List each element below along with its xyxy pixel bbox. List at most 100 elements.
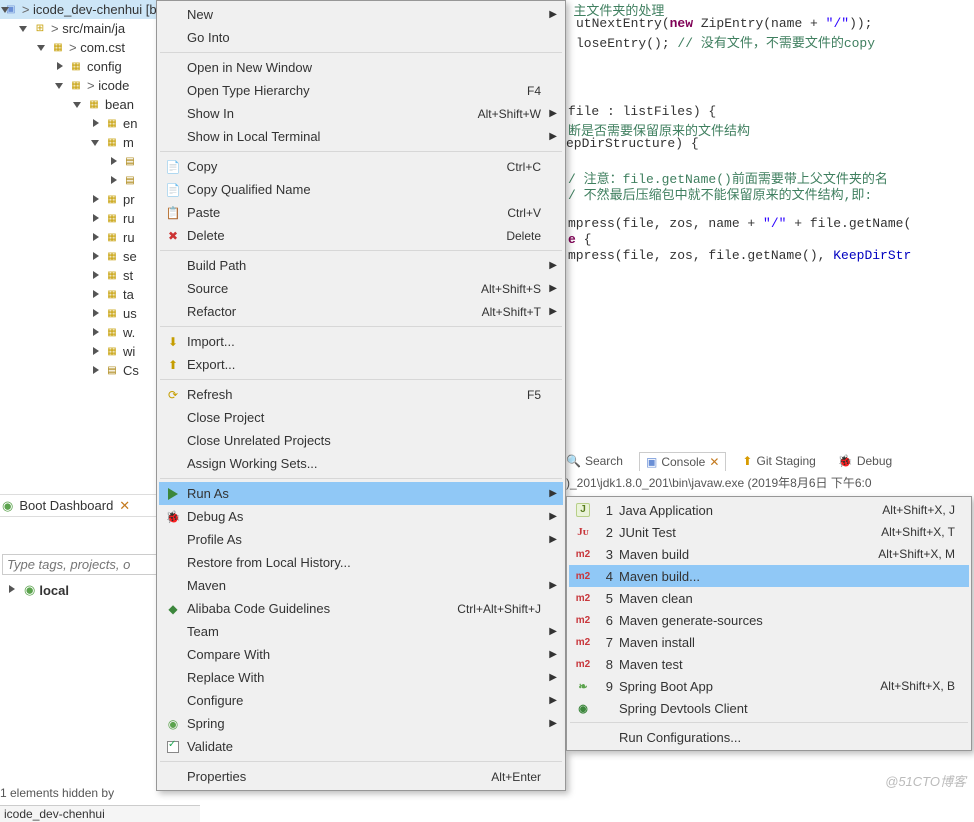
menu-run-as[interactable]: Run As▶ xyxy=(159,482,563,505)
twisty-icon[interactable] xyxy=(54,80,66,92)
console-header-line: )_201\jdk1.8.0_201\bin\javaw.exe (2019年8… xyxy=(566,474,872,491)
menu-copy[interactable]: 📄CopyCtrl+C xyxy=(159,155,563,178)
twisty-icon[interactable] xyxy=(0,4,1,16)
twisty-icon[interactable] xyxy=(6,584,18,596)
menu-restore-local-history[interactable]: Restore from Local History... xyxy=(159,551,563,574)
menu-separator xyxy=(160,250,562,251)
package-icon: ▦ xyxy=(104,325,120,341)
node-label: src/main/ja xyxy=(51,21,125,36)
refresh-icon: ⟳ xyxy=(159,388,187,402)
menu-compare-with[interactable]: Compare With▶ xyxy=(159,643,563,666)
menu-close-project[interactable]: Close Project xyxy=(159,406,563,429)
spring-leaf-icon: ◉ xyxy=(578,702,588,715)
package-icon: ▦ xyxy=(104,116,120,132)
menu-team[interactable]: Team▶ xyxy=(159,620,563,643)
submenu-shortcut: Alt+Shift+X, B xyxy=(880,679,955,693)
menu-open-new-window[interactable]: Open in New Window xyxy=(159,56,563,79)
twisty-icon[interactable] xyxy=(90,308,102,320)
menu-spring[interactable]: ◉Spring▶ xyxy=(159,712,563,735)
menu-label: Team xyxy=(187,624,541,639)
twisty-icon[interactable] xyxy=(54,61,66,73)
twisty-icon[interactable] xyxy=(90,137,102,149)
menu-assign-working-sets[interactable]: Assign Working Sets... xyxy=(159,452,563,475)
submenu-run-configurations[interactable]: Run Configurations... xyxy=(569,726,969,748)
submenu-java-application[interactable]: J 1 Java Application Alt+Shift+X, J xyxy=(569,499,969,521)
submenu-label: Maven build xyxy=(619,547,878,562)
submenu-maven-test[interactable]: m2 8 Maven test xyxy=(569,653,969,675)
menu-replace-with[interactable]: Replace With ▶ xyxy=(159,666,563,689)
menu-profile-as[interactable]: Profile As▶ xyxy=(159,528,563,551)
chevron-right-icon: ▶ xyxy=(549,260,557,271)
tab-console[interactable]: ▣ Console ✕ xyxy=(639,452,726,471)
close-icon[interactable]: ✕ xyxy=(119,498,130,514)
twisty-icon[interactable] xyxy=(90,213,102,225)
menu-separator xyxy=(160,379,562,380)
menu-label: Delete xyxy=(187,228,494,243)
node-label: ta xyxy=(123,287,134,302)
submenu-maven-build-config[interactable]: m2 4 Maven build... xyxy=(569,565,969,587)
submenu-spring-devtools[interactable]: ◉ Spring Devtools Client xyxy=(569,697,969,719)
menu-shortcut: Alt+Enter xyxy=(491,770,541,784)
source-folder-icon: ⊞ xyxy=(32,21,48,37)
chevron-right-icon: ▶ xyxy=(549,511,557,522)
twisty-icon[interactable] xyxy=(90,346,102,358)
twisty-icon[interactable] xyxy=(90,251,102,263)
node-label: ru xyxy=(123,211,135,226)
menu-label: Alibaba Code Guidelines xyxy=(187,601,445,616)
menu-shortcut: Ctrl+C xyxy=(507,160,541,174)
twisty-icon[interactable] xyxy=(90,232,102,244)
menu-debug-as[interactable]: 🐞Debug As▶ xyxy=(159,505,563,528)
twisty-icon[interactable] xyxy=(72,99,84,111)
twisty-icon[interactable] xyxy=(18,23,30,35)
menu-close-unrelated[interactable]: Close Unrelated Projects xyxy=(159,429,563,452)
chevron-right-icon: ▶ xyxy=(549,672,557,683)
menu-build-path[interactable]: Build Path▶ xyxy=(159,254,563,277)
menu-refactor[interactable]: RefactorAlt+Shift+T▶ xyxy=(159,300,563,323)
tab-search[interactable]: 🔍 Search xyxy=(560,452,629,470)
submenu-maven-generate-sources[interactable]: m2 6 Maven generate-sources xyxy=(569,609,969,631)
menu-export[interactable]: ⬆Export... xyxy=(159,353,563,376)
menu-open-type-hierarchy[interactable]: Open Type HierarchyF4 xyxy=(159,79,563,102)
menu-label: Spring xyxy=(187,716,541,731)
context-menu[interactable]: New▶ Go Into Open in New Window Open Typ… xyxy=(156,0,566,791)
menu-properties[interactable]: PropertiesAlt+Enter xyxy=(159,765,563,788)
close-icon[interactable]: ✕ xyxy=(709,455,719,469)
menu-label: Source xyxy=(187,281,469,296)
menu-import[interactable]: ⬇Import... xyxy=(159,330,563,353)
menu-delete[interactable]: ✖DeleteDelete xyxy=(159,224,563,247)
menu-source[interactable]: SourceAlt+Shift+S▶ xyxy=(159,277,563,300)
menu-configure[interactable]: Configure▶ xyxy=(159,689,563,712)
menu-alibaba[interactable]: ◆Alibaba Code GuidelinesCtrl+Alt+Shift+J xyxy=(159,597,563,620)
twisty-icon[interactable] xyxy=(108,175,120,187)
twisty-icon[interactable] xyxy=(36,42,48,54)
menu-label: Replace With xyxy=(187,670,541,685)
menu-paste[interactable]: 📋PasteCtrl+V xyxy=(159,201,563,224)
tab-debug[interactable]: 🐞 Debug xyxy=(832,452,898,470)
twisty-icon[interactable] xyxy=(90,118,102,130)
menu-new[interactable]: New▶ xyxy=(159,3,563,26)
boot-local-node[interactable]: ◉ local xyxy=(6,582,69,598)
submenu-maven-build[interactable]: m2 3 Maven build Alt+Shift+X, M xyxy=(569,543,969,565)
submenu-label: Spring Boot App xyxy=(619,679,880,694)
package-icon: ▦ xyxy=(104,230,120,246)
tab-git-staging[interactable]: ⬆ Git Staging xyxy=(736,452,821,470)
twisty-icon[interactable] xyxy=(90,289,102,301)
code-line: epDirStructure) { xyxy=(566,136,699,151)
menu-go-into[interactable]: Go Into xyxy=(159,26,563,49)
menu-show-local-terminal[interactable]: Show in Local Terminal▶ xyxy=(159,125,563,148)
twisty-icon[interactable] xyxy=(108,156,120,168)
menu-refresh[interactable]: ⟳RefreshF5 xyxy=(159,383,563,406)
menu-maven[interactable]: Maven▶ xyxy=(159,574,563,597)
twisty-icon[interactable] xyxy=(90,194,102,206)
submenu-maven-install[interactable]: m2 7 Maven install xyxy=(569,631,969,653)
twisty-icon[interactable] xyxy=(90,365,102,377)
submenu-maven-clean[interactable]: m2 5 Maven clean xyxy=(569,587,969,609)
menu-validate[interactable]: Validate xyxy=(159,735,563,758)
menu-show-in[interactable]: Show InAlt+Shift+W▶ xyxy=(159,102,563,125)
submenu-junit-test[interactable]: Jᴜ 2 JUnit Test Alt+Shift+X, T xyxy=(569,521,969,543)
twisty-icon[interactable] xyxy=(90,327,102,339)
submenu-spring-boot-app[interactable]: ❧ 9 Spring Boot App Alt+Shift+X, B xyxy=(569,675,969,697)
menu-copy-qualified[interactable]: 📄Copy Qualified Name xyxy=(159,178,563,201)
twisty-icon[interactable] xyxy=(90,270,102,282)
run-as-submenu[interactable]: J 1 Java Application Alt+Shift+X, J Jᴜ 2… xyxy=(566,496,972,751)
